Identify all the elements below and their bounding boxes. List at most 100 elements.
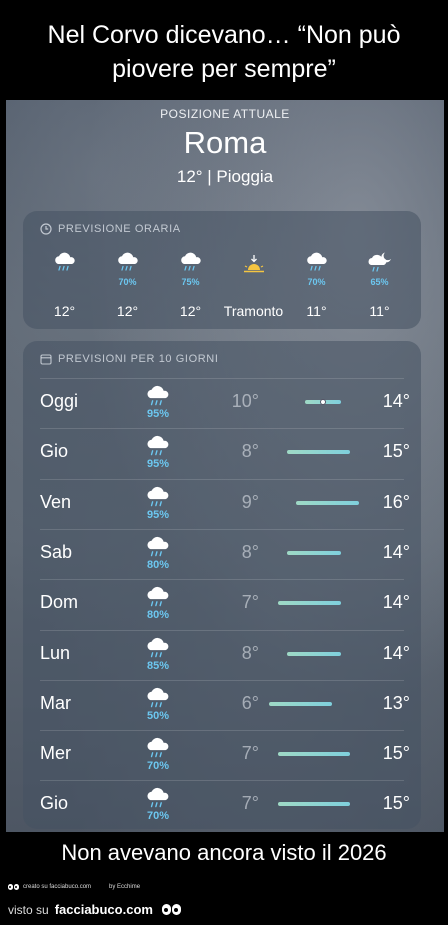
cloud-rain-icon [147,637,169,657]
temp-range-bar [287,550,341,555]
hourly-forecast-card[interactable]: PREVISIONE ORARIA 12° 70% 12° 75% 12° Tramont… [23,211,421,329]
eyes-logo-icon [161,904,181,915]
cloud-rain-icon [144,636,172,660]
temp-range-track [269,450,359,455]
site-credit[interactable]: visto su facciabuco.com [8,902,181,917]
day-precip-chance: 70% [146,810,170,823]
hourly-temp: 11° [369,303,390,319]
site-link[interactable]: facciabuco.com [55,902,153,917]
day-forecast-row[interactable]: Mar 50% 6° 13° [23,679,421,730]
day-precip-chance: 80% [146,609,170,622]
cloud-rain-icon [115,251,141,277]
day-precip-chance: 70% [146,760,170,773]
hourly-item: 65% 11° [348,247,411,327]
current-condition: 12° | Pioggia [176,167,274,186]
meme-caption-bottom: Non avevano ancora visto il 2026 [61,840,387,865]
created-on-text: creato su facciabuco.com [23,884,92,890]
cloud-rain-icon [144,535,172,559]
cloud-moon-rain-icon [367,251,393,277]
day-forecast-row[interactable]: Ven 95% 9° 16° [23,478,421,529]
day-forecast-row[interactable]: Oggi 95% 10° 14° [23,378,421,428]
day-low-temp: 7° [241,793,259,814]
temp-range-bar [278,802,350,807]
day-name: Ven [40,491,72,512]
cloud-rain-icon [144,585,172,609]
day-precip-chance: 50% [146,709,170,722]
location-label: POSIZIONE ATTUALE [160,107,290,121]
cloud-rain-icon [117,252,138,271]
row-divider [40,679,404,681]
cloud-rain-icon [144,686,172,710]
caption-line-2: piovere per sempre” [112,55,336,83]
hourly-item: 75% 12° [159,247,222,327]
day-low-temp: 10° [231,391,259,411]
meme-caption-top: Nel Corvo dicevano… “Non può piovere per… [0,0,448,100]
cloud-rain-icon [147,738,169,758]
row-divider [40,730,404,732]
day-high-temp: 14° [382,391,410,411]
hourly-temp: 11° [306,303,327,319]
cloud-rain-icon [180,252,201,271]
temp-range-bar [296,500,359,505]
day-forecast-row[interactable]: Gio 95% 8° 15° [23,428,421,478]
cloud-moon-rain-icon [368,252,391,272]
temp-range-bar [269,701,332,706]
day-name: Gio [40,793,69,814]
cloud-rain-icon [144,434,172,458]
hourly-forecast-title: PREVISIONE ORARIA [23,211,421,235]
hourly-item: 12° [33,247,96,327]
hourly-forecast-label: PREVISIONE ORARIA [58,223,181,235]
hourly-item: 70% 12° [96,247,159,327]
hourly-item: 70% 11° [285,247,348,327]
day-forecast-row[interactable]: Sab 80% 8° 14° [23,528,421,579]
day-precip-chance: 95% [146,408,170,420]
cloud-rain-icon [144,736,172,760]
caption-line-1: Nel Corvo dicevano… “Non può [47,21,401,49]
temp-range-bar [278,601,341,606]
row-divider [40,780,404,782]
temp-range-track [269,752,359,757]
day-forecast-row[interactable]: Gio 70% 7° 15° [23,780,421,830]
hourly-temp: 12° [116,303,139,319]
row-divider [40,378,404,379]
cloud-rain-icon [144,786,172,810]
calendar-icon [40,354,52,365]
day-forecast-row[interactable]: Dom 80% 7° 14° [23,579,421,629]
temp-range-bar [287,651,341,656]
cloud-rain-icon [147,385,169,406]
temp-range-bar [287,450,350,455]
day-forecast-row[interactable]: Lun 85% 8° 14° [23,629,421,680]
cloud-rain-icon [144,485,172,509]
hourly-temp: 12° [179,303,202,319]
day-precip-chance: 95% [146,458,170,471]
day-low-temp: 7° [241,743,259,764]
temp-range-track [269,500,359,505]
row-divider [40,428,404,430]
ten-day-forecast-title: PREVISIONI PER 10 GIORNI [23,341,421,365]
hourly-temp: 12° [53,303,76,319]
ten-day-forecast-label: PREVISIONI PER 10 GIORNI [58,353,219,365]
day-low-temp: 6° [241,692,259,713]
cloud-rain-icon [147,587,169,607]
hourly-temp: Tramonto [223,303,284,319]
day-forecast-row[interactable]: Mer 70% 7° 15° [23,730,421,780]
hourly-precip-chance: 70% [118,277,137,287]
day-high-temp: 15° [382,793,410,814]
cloud-rain-icon [144,384,172,408]
temp-range-track [269,701,359,706]
day-high-temp: 13° [382,692,410,713]
day-precip-chance: 80% [146,558,170,571]
day-high-temp: 14° [382,642,410,663]
ten-day-forecast-card[interactable]: PREVISIONI PER 10 GIORNI Oggi 95% 10° 14° Gi… [23,341,421,829]
temp-range-bar [278,752,350,757]
temp-range-track [269,550,359,555]
seen-on-text: visto su [8,902,49,917]
temp-range-track [269,601,359,606]
created-credit: creato su facciabuco.com by Ecchime [8,884,140,890]
day-name: Gio [40,441,69,462]
sunset-icon [241,251,267,277]
day-precip-chance: 95% [146,508,170,521]
location-header: POSIZIONE ATTUALE Roma 12° | Pioggia [6,100,444,187]
day-high-temp: 15° [382,743,410,764]
eyes-logo-icon [8,884,19,890]
